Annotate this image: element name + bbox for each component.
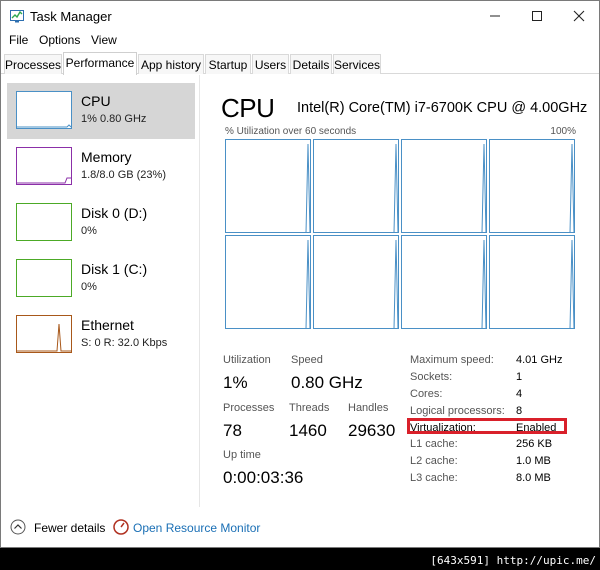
cpu-detail-panel: CPU Intel(R) Core(TM) i7-6700K CPU @ 4.0… (201, 75, 599, 507)
tab-details[interactable]: Details (290, 54, 332, 74)
cpu-thumbnail (16, 91, 72, 129)
tab-app-history[interactable]: App history (138, 54, 204, 74)
l3-cache-label: L3 cache: (410, 472, 458, 484)
core-graph (401, 235, 487, 329)
sockets-value: 1 (516, 371, 523, 383)
sidebar-item-detail: 0% (81, 225, 97, 237)
cpu-model-name: Intel(R) Core(TM) i7-6700K CPU @ 4.00GHz (297, 100, 588, 116)
cores-label: Cores: (410, 388, 443, 400)
sidebar-item-label: CPU (81, 93, 111, 109)
core-graph (489, 139, 575, 233)
sidebar-item-detail: S: 0 R: 32.0 Kbps (81, 337, 168, 349)
sidebar-item-label: Ethernet (81, 317, 134, 333)
sidebar-item-label: Disk 1 (C:) (81, 261, 148, 277)
sidebar-item-label: Disk 0 (D:) (81, 205, 148, 221)
ethernet-mini-graph (17, 323, 71, 352)
chevron-up-circle-icon[interactable] (10, 519, 26, 535)
minimize-icon (490, 15, 500, 17)
sidebar-item-detail: 0% (81, 281, 97, 293)
logical-processors-value: 8 (516, 405, 523, 417)
logical-processor-graphs (225, 139, 577, 331)
logical-processors-label: Logical processors: (410, 405, 505, 417)
speed-label: Speed (291, 354, 323, 366)
core-graph (313, 139, 399, 233)
virtualization-highlight-box (407, 418, 567, 434)
core-graph (225, 235, 311, 329)
utilization-value: 1% (223, 373, 248, 392)
open-resource-monitor-link[interactable]: Open Resource Monitor (133, 521, 260, 535)
title-bar[interactable]: Task Manager (1, 1, 599, 31)
maximize-button[interactable] (517, 1, 557, 31)
tab-startup[interactable]: Startup (205, 54, 251, 74)
core-graph (313, 235, 399, 329)
sidebar-item-disk0[interactable]: Disk 0 (D:) 0% (7, 195, 195, 251)
threads-label: Threads (289, 402, 330, 414)
core-graph (401, 139, 487, 233)
sidebar-item-cpu[interactable]: CPU 1% 0.80 GHz (7, 83, 195, 139)
core-graph (489, 235, 575, 329)
task-manager-window: Task Manager File Options View Processes… (0, 0, 600, 548)
menu-file[interactable]: File (9, 33, 28, 47)
minimize-button[interactable] (475, 1, 515, 31)
uptime-label: Up time (223, 449, 261, 461)
tab-strip: Processes Performance App history Startu… (1, 52, 599, 75)
graph-max-label: 100% (550, 126, 576, 137)
tab-services[interactable]: Services (333, 54, 381, 74)
footer-bar: Fewer details Open Resource Monitor (1, 507, 599, 547)
sidebar-item-memory[interactable]: Memory 1.8/8.0 GB (23%) (7, 139, 195, 195)
l3-cache-value: 8.0 MB (516, 472, 551, 484)
sidebar-item-disk1[interactable]: Disk 1 (C:) 0% (7, 251, 195, 307)
memory-mini-graph (17, 177, 71, 184)
task-manager-icon (10, 10, 24, 23)
l2-cache-value: 1.0 MB (516, 455, 551, 467)
tab-users[interactable]: Users (252, 54, 289, 74)
ethernet-thumbnail (16, 315, 72, 353)
max-speed-value: 4.01 GHz (516, 354, 563, 366)
disk0-thumbnail (16, 203, 72, 241)
sidebar-item-label: Memory (81, 149, 132, 165)
memory-thumbnail (16, 147, 72, 185)
cpu-mini-graph (17, 124, 72, 128)
tab-processes[interactable]: Processes (4, 54, 62, 74)
l1-cache-label: L1 cache: (410, 438, 458, 450)
core-graph (225, 139, 311, 233)
menu-view[interactable]: View (91, 33, 117, 47)
close-button[interactable] (559, 1, 599, 31)
sidebar-item-ethernet[interactable]: Ethernet S: 0 R: 32.0 Kbps (7, 307, 195, 363)
handles-label: Handles (348, 402, 389, 414)
processes-value: 78 (223, 421, 242, 440)
l1-cache-value: 256 KB (516, 438, 553, 450)
image-caption: [643x591] http://upic.me/ (430, 554, 596, 567)
cores-value: 4 (516, 388, 523, 400)
sidebar-item-detail: 1.8/8.0 GB (23%) (81, 169, 166, 181)
processes-label: Processes (223, 402, 275, 414)
graph-caption: % Utilization over 60 seconds (225, 126, 357, 137)
window-title: Task Manager (30, 9, 112, 24)
threads-value: 1460 (289, 421, 327, 440)
speed-value: 0.80 GHz (291, 373, 363, 392)
utilization-label: Utilization (223, 354, 271, 366)
menu-bar: File Options View (1, 31, 599, 51)
menu-options[interactable]: Options (39, 33, 80, 47)
l2-cache-label: L2 cache: (410, 455, 458, 467)
handles-value: 29630 (348, 421, 396, 440)
maximize-icon (532, 11, 542, 21)
resource-list: CPU 1% 0.80 GHz Memory 1.8/8.0 GB (23%) … (1, 75, 200, 507)
close-icon (573, 10, 585, 22)
resource-monitor-icon (113, 519, 129, 535)
page-title: CPU (221, 93, 275, 123)
max-speed-label: Maximum speed: (410, 354, 494, 366)
sockets-label: Sockets: (410, 371, 453, 383)
uptime-value: 0:00:03:36 (223, 468, 304, 487)
fewer-details-button[interactable]: Fewer details (34, 521, 105, 535)
tab-performance[interactable]: Performance (63, 52, 137, 75)
disk1-thumbnail (16, 259, 72, 297)
sidebar-item-detail: 1% 0.80 GHz (81, 113, 147, 125)
